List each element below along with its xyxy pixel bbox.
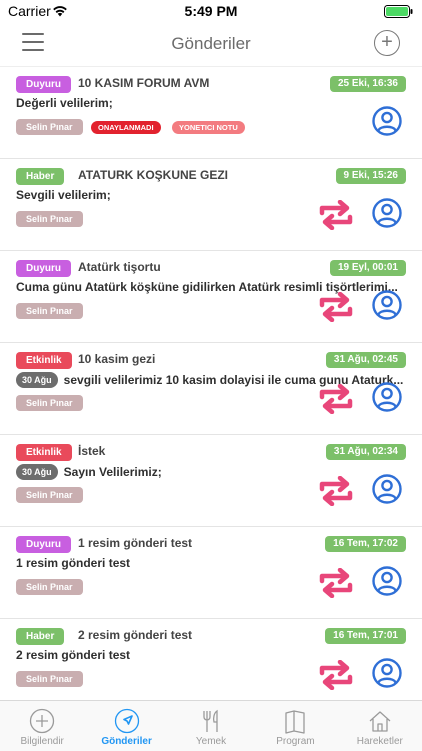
user-profile-icon[interactable]: [372, 106, 402, 136]
tab-gönderiler[interactable]: Gönderiler: [84, 701, 168, 751]
tab-label: Program: [276, 736, 315, 747]
post-card[interactable]: Haber ATATURK KOŞKUNE GEZI 9 Eki, 15:26 Sev…: [0, 159, 422, 251]
post-header: Duyuru 10 KASIM FORUM AVM 25 Eki, 16:36: [16, 76, 406, 93]
repost-icon[interactable]: [316, 383, 356, 415]
author-chip: Selin Pınar: [16, 303, 83, 319]
nav-bar: Gönderiler +: [0, 22, 422, 67]
post-body: Değerli velilerim;: [16, 96, 113, 110]
battery-icon: [384, 5, 414, 18]
post-header: Etkinlik İstek 31 Ağu, 02:34: [16, 444, 406, 461]
utensils-icon: [169, 708, 253, 734]
post-header: Etkinlik 10 kasim gezi 31 Ağu, 02:45: [16, 352, 406, 369]
post-type-badge: Duyuru: [16, 536, 71, 553]
author-chip: Selin Pınar: [16, 671, 83, 687]
user-profile-icon[interactable]: [372, 198, 402, 228]
tab-label: Bilgilendir: [20, 736, 64, 747]
status-badge-admin-note: YONETICI NOTU: [172, 121, 245, 134]
user-profile-icon[interactable]: [372, 382, 402, 412]
post-type-badge: Haber: [16, 628, 65, 645]
post-card[interactable]: Etkinlik İstek 31 Ağu, 02:34 30 Ağu Sayın Ve…: [0, 435, 422, 527]
post-title: İstek: [78, 444, 106, 458]
post-type-badge: Haber: [16, 168, 65, 185]
user-profile-icon[interactable]: [372, 566, 402, 596]
post-type-badge: Duyuru: [16, 260, 71, 277]
post-title: Atatürk tişortu: [78, 260, 161, 274]
post-date-badge: 31 Ağu, 02:34: [325, 444, 406, 460]
post-date-badge: 25 Eki, 16:36: [329, 76, 406, 92]
post-header: Haber 2 resim gönderi test 16 Tem, 17:01: [16, 628, 406, 645]
tab-yemek[interactable]: Yemek: [169, 701, 253, 751]
house-icon: [338, 708, 422, 734]
post-title: 10 kasim gezi: [78, 352, 156, 366]
status-badge-unapproved: ONAYLANMADI: [91, 121, 161, 134]
post-card[interactable]: Etkinlik 10 kasim gezi 31 Ağu, 02:45 30 Ağu…: [0, 343, 422, 435]
author-chip: Selin Pınar: [16, 211, 83, 227]
tab-program[interactable]: Program: [253, 701, 337, 751]
post-card[interactable]: Haber 2 resim gönderi test 16 Tem, 17:01 2 …: [0, 619, 422, 700]
post-day-chip: 30 Ağu: [16, 464, 58, 480]
post-date-badge: 31 Ağu, 02:45: [325, 352, 406, 368]
repost-icon[interactable]: [316, 199, 356, 231]
tab-label: Yemek: [195, 736, 227, 747]
repost-icon[interactable]: [316, 659, 356, 691]
post-date-badge: 9 Eki, 15:26: [335, 168, 406, 184]
post-type-badge: Etkinlik: [16, 444, 72, 461]
author-chip: Selin Pınar: [16, 119, 83, 135]
post-feed[interactable]: Duyuru 10 KASIM FORUM AVM 25 Eki, 16:36 Değ…: [0, 67, 422, 700]
user-profile-icon[interactable]: [372, 658, 402, 688]
tab-label: Hareketler: [356, 736, 403, 747]
status-bar: Carrier 5:49 PM: [0, 0, 422, 22]
plus-circle-icon: [0, 708, 84, 734]
post-card[interactable]: Duyuru 10 KASIM FORUM AVM 25 Eki, 16:36 Değ…: [0, 67, 422, 159]
author-chip: Selin Pınar: [16, 579, 83, 595]
post-title: 10 KASIM FORUM AVM: [78, 76, 210, 90]
post-title: 1 resim gönderi test: [78, 536, 193, 550]
post-date-badge: 16 Tem, 17:01: [325, 628, 406, 644]
author-chip: Selin Pınar: [16, 395, 83, 411]
post-header: Duyuru Atatürk tişortu 19 Eyl, 00:01: [16, 260, 406, 277]
repost-icon[interactable]: [316, 567, 356, 599]
post-day-chip: 30 Ağu: [16, 372, 58, 388]
author-chip: Selin Pınar: [16, 487, 83, 503]
repost-icon[interactable]: [316, 291, 356, 323]
status-time: 5:49 PM: [184, 3, 238, 19]
navigation-arrow-icon: [84, 708, 168, 734]
tab-hareketler[interactable]: Hareketler: [338, 701, 422, 751]
post-title: 2 resim gönderi test: [78, 628, 193, 642]
post-date-badge: 16 Tem, 17:02: [325, 536, 406, 552]
post-header: Duyuru 1 resim gönderi test 16 Tem, 17:02: [16, 536, 406, 553]
post-card[interactable]: Duyuru Atatürk tişortu 19 Eyl, 00:01 Cuma g…: [0, 251, 422, 343]
post-title: ATATURK KOŞKUNE GEZI: [78, 168, 228, 182]
page-title: Gönderiler: [171, 34, 251, 53]
user-profile-icon[interactable]: [372, 290, 402, 320]
user-profile-icon[interactable]: [372, 474, 402, 504]
tab-bar: Bilgilendir Gönderiler Yemek Program Hareket…: [0, 700, 422, 751]
post-header: Haber ATATURK KOŞKUNE GEZI 9 Eki, 15:26: [16, 168, 406, 185]
post-card[interactable]: Duyuru 1 resim gönderi test 16 Tem, 17:02 1…: [0, 527, 422, 619]
book-icon: [253, 708, 337, 734]
add-post-button[interactable]: +: [374, 30, 400, 56]
post-type-badge: Duyuru: [16, 76, 71, 93]
tab-bilgilendir[interactable]: Bilgilendir: [0, 701, 84, 751]
post-type-badge: Etkinlik: [16, 352, 72, 369]
repost-icon[interactable]: [316, 475, 356, 507]
post-body-text: Sayın Velilerimiz;: [63, 465, 162, 479]
tab-label: Gönderiler: [101, 736, 152, 747]
post-date-badge: 19 Eyl, 00:01: [329, 260, 406, 276]
